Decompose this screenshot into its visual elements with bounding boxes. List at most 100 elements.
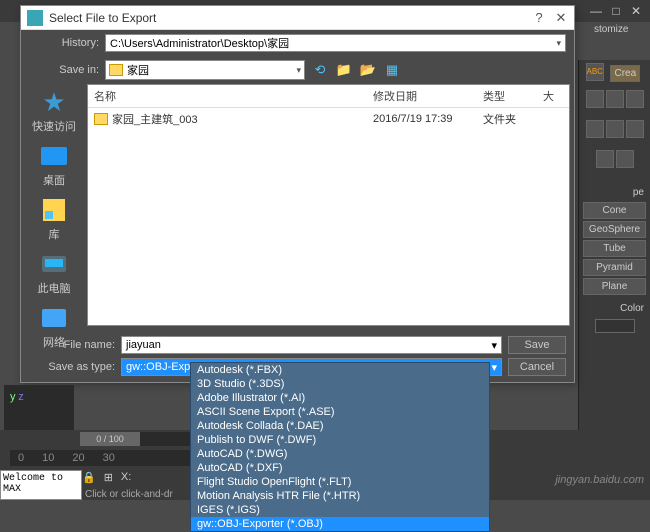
- file-list[interactable]: 名称 修改日期 类型 大 家园_主建筑_003 2016/7/19 17:39 …: [87, 84, 570, 326]
- dropdown-option[interactable]: Flight Studio OpenFlight (*.FLT): [191, 475, 489, 489]
- savein-combo[interactable]: 家园 ▾: [105, 60, 305, 80]
- welcome-panel: Welcome to MAX: [0, 470, 82, 500]
- dropdown-option[interactable]: IGES (*.IGS): [191, 503, 489, 517]
- dialog-titlebar: Select File to Export ? ✕: [21, 6, 574, 30]
- panel-icon-1[interactable]: [586, 90, 604, 108]
- new-folder-icon[interactable]: 📂: [359, 61, 377, 79]
- viewport-gizmo: y z: [4, 385, 74, 435]
- back-icon[interactable]: ⟲: [311, 61, 329, 79]
- history-value: C:\Users\Administrator\Desktop\家园: [110, 35, 289, 51]
- panel-icon-3[interactable]: [626, 90, 644, 108]
- network-icon: [42, 309, 66, 327]
- save-button[interactable]: Save: [508, 336, 566, 354]
- sidebar-item-label: 库: [49, 226, 60, 242]
- folder-icon: [109, 64, 123, 76]
- file-list-header: 名称 修改日期 类型 大: [88, 85, 569, 108]
- sidebar-item-thispc[interactable]: 此电脑: [38, 250, 71, 296]
- panel-icon-6[interactable]: [626, 120, 644, 138]
- y-axis-icon: y: [10, 391, 16, 403]
- col-name[interactable]: 名称: [94, 88, 373, 104]
- folder-icon: [94, 113, 108, 125]
- cancel-button[interactable]: Cancel: [508, 358, 566, 376]
- file-date: 2016/7/19 17:39: [373, 113, 483, 125]
- tick: 20: [72, 452, 84, 464]
- chevron-down-icon: ▾: [491, 339, 497, 352]
- filename-label: File name:: [29, 339, 115, 351]
- table-row[interactable]: 家园_主建筑_003 2016/7/19 17:39 文件夹: [88, 108, 569, 130]
- file-name: 家园_主建筑_003: [112, 111, 198, 127]
- btn-pyramid[interactable]: Pyramid: [583, 259, 646, 276]
- panel-icon-7[interactable]: [596, 150, 614, 168]
- panel-icon-8[interactable]: [616, 150, 634, 168]
- btn-plane[interactable]: Plane: [583, 278, 646, 295]
- sidebar-item-library[interactable]: 库: [38, 196, 70, 242]
- key-icon[interactable]: ⊞: [104, 471, 113, 484]
- star-icon: ★: [42, 87, 65, 118]
- chevron-down-icon: ▾: [556, 38, 561, 49]
- savein-label: Save in:: [29, 64, 99, 76]
- sidebar-item-label: 此电脑: [38, 280, 71, 296]
- col-extra[interactable]: 大: [543, 88, 563, 104]
- dropdown-option[interactable]: 3D Studio (*.3DS): [191, 377, 489, 391]
- tick: 10: [42, 452, 54, 464]
- app-icon: [27, 10, 43, 26]
- create-tab[interactable]: Crea: [610, 65, 640, 82]
- sidebar-item-label: 桌面: [43, 172, 65, 188]
- pc-icon: [42, 256, 66, 272]
- chevron-down-icon: ▾: [491, 361, 497, 374]
- sidebar-item-desktop[interactable]: 桌面: [38, 142, 70, 188]
- savein-value: 家园: [127, 62, 296, 78]
- col-date[interactable]: 修改日期: [373, 88, 483, 104]
- shape-label: pe: [579, 185, 650, 200]
- status-hint: Click or click-and-dr: [85, 489, 173, 500]
- up-icon[interactable]: 📁: [335, 61, 353, 79]
- panel-icon-4[interactable]: [586, 120, 604, 138]
- dialog-title: Select File to Export: [49, 11, 532, 25]
- saveas-dropdown[interactable]: Autodesk (*.FBX)3D Studio (*.3DS)Adobe I…: [190, 362, 490, 532]
- panel-icon-2[interactable]: [606, 90, 624, 108]
- history-combo[interactable]: C:\Users\Administrator\Desktop\家园 ▾: [105, 34, 566, 52]
- z-axis-icon: z: [18, 391, 24, 403]
- filename-value: jiayuan: [126, 339, 161, 351]
- file-type: 文件夹: [483, 111, 543, 127]
- history-label: History:: [29, 37, 99, 49]
- export-dialog: Select File to Export ? ✕ History: C:\Us…: [20, 5, 575, 383]
- panel-icon-5[interactable]: [606, 120, 624, 138]
- dropdown-option[interactable]: gw::OBJ-Exporter (*.OBJ): [191, 517, 489, 531]
- sidebar-item-quick[interactable]: ★ 快速访问: [32, 88, 76, 134]
- dropdown-option[interactable]: Adobe Illustrator (*.AI): [191, 391, 489, 405]
- tick: 30: [103, 452, 115, 464]
- maximize-icon[interactable]: □: [606, 4, 626, 18]
- close-icon[interactable]: ✕: [626, 4, 646, 18]
- status-x: X:: [121, 471, 131, 483]
- filename-input[interactable]: jiayuan ▾: [121, 336, 502, 354]
- menu-customize[interactable]: stomize: [590, 22, 650, 40]
- sidebar-item-label: 快速访问: [32, 118, 76, 134]
- color-label: Color: [579, 301, 650, 316]
- col-type[interactable]: 类型: [483, 88, 543, 104]
- time-slider-knob[interactable]: 0 / 100: [80, 432, 140, 446]
- color-swatch[interactable]: [595, 319, 635, 333]
- library-icon: [43, 199, 65, 221]
- tick: 0: [18, 452, 24, 464]
- dialog-close-icon[interactable]: ✕: [554, 10, 568, 26]
- abc-icon[interactable]: ABC: [586, 63, 604, 81]
- dropdown-option[interactable]: AutoCAD (*.DXF): [191, 461, 489, 475]
- dropdown-option[interactable]: Motion Analysis HTR File (*.HTR): [191, 489, 489, 503]
- dropdown-option[interactable]: ASCII Scene Export (*.ASE): [191, 405, 489, 419]
- dropdown-option[interactable]: AutoCAD (*.DWG): [191, 447, 489, 461]
- watermark: jingyan.baidu.com: [555, 474, 644, 486]
- dropdown-option[interactable]: Autodesk (*.FBX): [191, 363, 489, 377]
- places-sidebar: ★ 快速访问 桌面 库 此电脑 网络: [25, 84, 83, 326]
- saveas-label: Save as type:: [29, 361, 115, 373]
- dropdown-option[interactable]: Publish to DWF (*.DWF): [191, 433, 489, 447]
- dropdown-option[interactable]: Autodesk Collada (*.DAE): [191, 419, 489, 433]
- views-icon[interactable]: ▦: [383, 61, 401, 79]
- btn-geosphere[interactable]: GeoSphere: [583, 221, 646, 238]
- btn-cone[interactable]: Cone: [583, 202, 646, 219]
- desktop-icon: [41, 147, 67, 165]
- dialog-help-icon[interactable]: ?: [532, 10, 546, 26]
- lock-icon[interactable]: 🔒: [82, 471, 96, 484]
- btn-tube[interactable]: Tube: [583, 240, 646, 257]
- minimize-icon[interactable]: —: [586, 4, 606, 18]
